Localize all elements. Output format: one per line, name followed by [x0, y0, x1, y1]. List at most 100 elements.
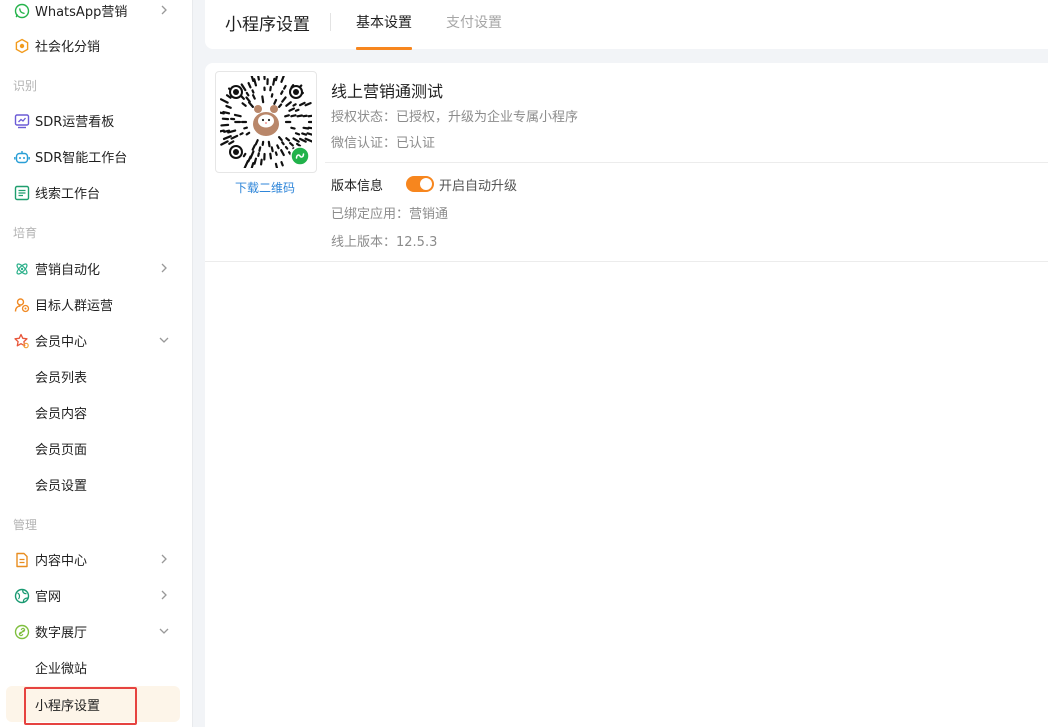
qr-ray	[222, 135, 232, 141]
toggle-knob	[420, 178, 432, 190]
qr-ray	[285, 101, 292, 107]
qr-ray	[292, 137, 300, 143]
qr-ray	[277, 136, 283, 142]
qr-ray	[306, 132, 312, 136]
qr-ray	[302, 126, 310, 130]
sidebar: WhatsApp营销 社会化分销 识别 SDR运营看板 SDR智能工作台 线索工…	[0, 0, 193, 727]
bound-app: 已绑定应用：营销通	[331, 207, 449, 222]
sidebar-item-label: 官网	[35, 589, 62, 605]
qr-ray	[270, 146, 274, 153]
page-title: 小程序设置	[225, 15, 310, 35]
sidebar-subitem-member-settings[interactable]: 会员设置	[0, 466, 193, 502]
qr-ray	[245, 131, 251, 136]
qr-ray	[251, 144, 256, 151]
qr-ray	[272, 77, 276, 86]
sidebar-item-audience[interactable]: 目标人群运营	[0, 286, 193, 322]
qr-ray	[261, 95, 265, 104]
sidebar-item-social[interactable]: 社会化分销	[0, 27, 193, 63]
qr-ray	[284, 145, 289, 150]
qr-ray	[280, 76, 285, 83]
qr-code-image	[220, 76, 312, 168]
qr-ray	[225, 104, 232, 109]
sidebar-item-member[interactable]: 会员中心	[0, 322, 193, 358]
download-qr-link[interactable]: 下载二维码	[235, 179, 295, 196]
title-divider	[330, 13, 331, 31]
tab-payment-settings[interactable]: 支付设置	[446, 12, 502, 32]
sidebar-item-label: 会员页面	[35, 443, 88, 458]
qr-ray	[267, 140, 271, 148]
sidebar-subitem-miniprogram-settings[interactable]: 小程序设置	[6, 686, 180, 722]
qr-ray	[220, 129, 225, 133]
qr-ray	[253, 78, 258, 87]
robot-icon	[13, 148, 30, 165]
qr-ray	[220, 111, 225, 115]
sidebar-subitem-member-list[interactable]: 会员列表	[0, 358, 193, 394]
section-divider	[325, 162, 1048, 163]
atom-icon	[13, 260, 30, 277]
qr-ray	[251, 89, 255, 94]
sidebar-item-whatsapp[interactable]: WhatsApp营销	[0, 0, 193, 28]
section-label-identify: 识别	[13, 79, 38, 93]
sidebar-subitem-member-pages[interactable]: 会员页面	[0, 430, 193, 466]
sidebar-item-automation[interactable]: 营销自动化	[0, 250, 193, 286]
panel-bottom-divider	[205, 261, 1048, 262]
chart-board-icon	[13, 112, 30, 129]
qr-ray	[281, 141, 285, 146]
qr-ray	[269, 152, 273, 160]
tab-basic-settings[interactable]: 基本设置	[356, 12, 412, 32]
sidebar-item-label: 营销自动化	[35, 262, 101, 278]
sidebar-subitem-enterprise-microsite[interactable]: 企业微站	[0, 649, 193, 685]
sidebar-item-label: 企业微站	[35, 662, 88, 677]
sidebar-item-label: 小程序设置	[35, 699, 101, 714]
sidebar-item-label: 目标人群运营	[35, 298, 114, 314]
qr-ray	[292, 103, 297, 107]
qr-ray	[280, 90, 284, 95]
page-header: 小程序设置 基本设置 支付设置	[205, 0, 1048, 50]
auto-upgrade-toggle[interactable]	[406, 176, 434, 192]
sidebar-item-content[interactable]: 内容中心	[0, 541, 193, 577]
chevron-right-icon	[161, 590, 167, 600]
sidebar-item-sdr-workbench[interactable]: SDR智能工作台	[0, 138, 193, 174]
globe-icon	[13, 587, 30, 604]
qr-ray	[250, 161, 255, 168]
sidebar-subitem-member-content[interactable]: 会员内容	[0, 394, 193, 430]
avatar-face	[258, 114, 274, 128]
qr-ray	[287, 151, 292, 156]
auth-status: 授权状态：已授权，升级为企业专属小程序	[331, 110, 579, 125]
qr-ray	[294, 132, 301, 136]
qr-ray	[283, 84, 287, 90]
qr-ray	[260, 158, 263, 166]
link-circle-icon	[13, 623, 30, 640]
qr-ray	[280, 161, 284, 167]
list-icon	[13, 184, 30, 201]
qr-ray	[247, 81, 252, 89]
miniprogram-panel: 下载二维码 线上营销通测试 授权状态：已授权，升级为企业专属小程序 微信认证：已…	[205, 63, 1048, 727]
qr-ray	[294, 108, 300, 112]
miniprogram-name: 线上营销通测试	[331, 82, 444, 101]
sidebar-item-website[interactable]: 官网	[0, 577, 193, 613]
qr-ray	[270, 93, 274, 98]
qr-ray	[307, 126, 312, 130]
user-target-icon	[13, 296, 30, 313]
sidebar-item-label: 数字展厅	[35, 625, 88, 641]
qr-ray	[230, 134, 239, 140]
wechat-verify-status: 微信认证：已认证	[331, 136, 436, 151]
qr-ray	[257, 152, 260, 157]
chevron-right-icon	[161, 554, 167, 564]
sidebar-item-sdr-board[interactable]: SDR运营看板	[0, 102, 193, 138]
online-version: 线上版本：12.5.3	[331, 235, 438, 250]
qr-ray	[245, 91, 250, 97]
avatar-eye	[261, 118, 265, 122]
chevron-right-icon	[161, 5, 167, 15]
sidebar-item-label: 线索工作台	[35, 186, 101, 202]
qr-ray	[307, 114, 312, 118]
sidebar-item-label: WhatsApp营销	[35, 4, 128, 20]
sidebar-item-hall[interactable]: 数字展厅	[0, 613, 193, 649]
qr-ray	[276, 144, 280, 150]
chevron-down-icon	[159, 337, 169, 343]
qr-ray	[285, 137, 291, 142]
qr-ray	[274, 162, 279, 168]
sidebar-item-leads[interactable]: 线索工作台	[0, 174, 193, 210]
qr-ray	[247, 101, 255, 108]
miniprogram-qr-code	[215, 71, 317, 173]
